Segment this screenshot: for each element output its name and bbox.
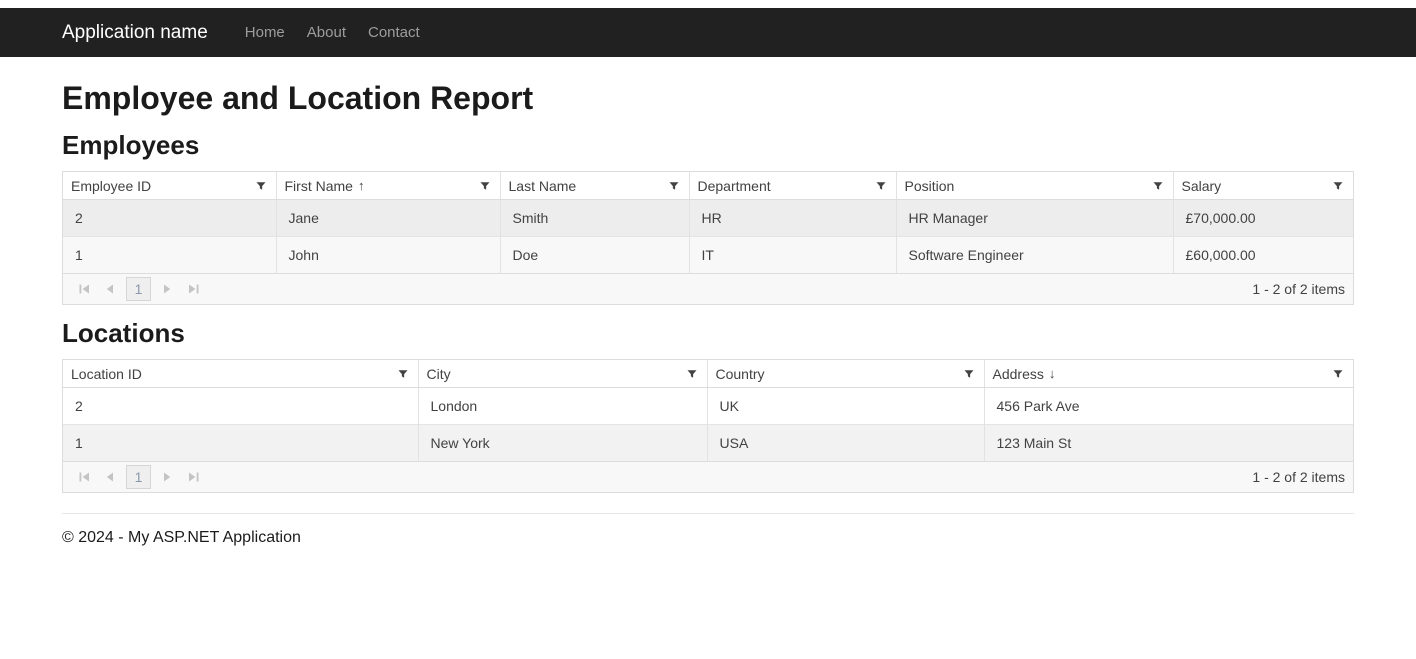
column-label: Salary bbox=[1182, 178, 1222, 194]
table-cell: 1 bbox=[63, 425, 418, 462]
table-cell: 1 bbox=[63, 237, 276, 274]
table-cell: New York bbox=[418, 425, 707, 462]
column-header-position[interactable]: Position bbox=[896, 172, 1173, 200]
main-content: Employee and Location Report Employees E… bbox=[62, 80, 1354, 562]
locations-grid: Location ID City bbox=[62, 359, 1354, 493]
page-footer: © 2024 - My ASP.NET Application bbox=[62, 513, 1354, 562]
last-page-button[interactable] bbox=[180, 277, 206, 301]
last-page-button[interactable] bbox=[180, 465, 206, 489]
filter-icon[interactable] bbox=[1331, 179, 1345, 193]
first-page-button[interactable] bbox=[71, 277, 97, 301]
filter-icon[interactable] bbox=[685, 367, 699, 381]
nav-link-home[interactable]: Home bbox=[234, 24, 296, 41]
column-label: Position bbox=[905, 178, 955, 194]
filter-icon[interactable] bbox=[1331, 367, 1345, 381]
column-label: City bbox=[427, 366, 451, 382]
table-cell: IT bbox=[689, 237, 896, 274]
next-page-button[interactable] bbox=[154, 277, 180, 301]
table-row: 2 London UK 456 Park Ave bbox=[63, 388, 1353, 425]
copyright-text: © 2024 - My ASP.NET Application bbox=[62, 529, 1354, 547]
nav-links: Home About Contact bbox=[234, 24, 431, 41]
filter-icon[interactable] bbox=[396, 367, 410, 381]
column-header-address[interactable]: Address ↓ bbox=[984, 360, 1353, 388]
sort-desc-icon: ↓ bbox=[1049, 366, 1056, 381]
navbar-container: Application name Home About Contact bbox=[62, 8, 1354, 57]
employees-pager: 1 1 - 2 of 2 items bbox=[63, 273, 1353, 304]
locations-heading: Locations bbox=[62, 318, 1354, 349]
column-label: Country bbox=[716, 366, 765, 382]
table-cell: HR Manager bbox=[896, 200, 1173, 237]
next-page-button[interactable] bbox=[154, 465, 180, 489]
table-cell: Doe bbox=[500, 237, 689, 274]
filter-icon[interactable] bbox=[254, 179, 268, 193]
table-row: 1 John Doe IT Software Engineer £60,000.… bbox=[63, 237, 1353, 274]
employees-section: Employees Employee ID bbox=[62, 130, 1354, 305]
first-page-button[interactable] bbox=[71, 465, 97, 489]
employees-header-row: Employee ID First Name ↑ bbox=[63, 172, 1353, 200]
navbar: Application name Home About Contact bbox=[0, 8, 1416, 57]
table-cell: Smith bbox=[500, 200, 689, 237]
column-header-employee-id[interactable]: Employee ID bbox=[63, 172, 276, 200]
column-label: Last Name bbox=[509, 178, 577, 194]
column-label: Location ID bbox=[71, 366, 142, 382]
prev-page-button[interactable] bbox=[97, 465, 123, 489]
table-cell: HR bbox=[689, 200, 896, 237]
column-header-first-name[interactable]: First Name ↑ bbox=[276, 172, 500, 200]
current-page-button[interactable]: 1 bbox=[126, 465, 151, 489]
table-cell: 456 Park Ave bbox=[984, 388, 1353, 425]
column-header-city[interactable]: City bbox=[418, 360, 707, 388]
table-row: 1 New York USA 123 Main St bbox=[63, 425, 1353, 462]
column-header-country[interactable]: Country bbox=[707, 360, 984, 388]
filter-icon[interactable] bbox=[874, 179, 888, 193]
filter-icon[interactable] bbox=[1151, 179, 1165, 193]
pager-info: 1 - 2 of 2 items bbox=[1252, 469, 1345, 485]
sort-asc-icon: ↑ bbox=[358, 178, 365, 193]
locations-pager: 1 1 - 2 of 2 items bbox=[63, 461, 1353, 492]
page-title: Employee and Location Report bbox=[62, 80, 1354, 117]
table-cell: 2 bbox=[63, 200, 276, 237]
table-cell: £60,000.00 bbox=[1173, 237, 1353, 274]
table-cell: 123 Main St bbox=[984, 425, 1353, 462]
pager-info: 1 - 2 of 2 items bbox=[1252, 281, 1345, 297]
current-page-button[interactable]: 1 bbox=[126, 277, 151, 301]
table-row: 2 Jane Smith HR HR Manager £70,000.00 bbox=[63, 200, 1353, 237]
column-label: Address bbox=[993, 366, 1044, 382]
locations-section: Locations Location ID bbox=[62, 318, 1354, 493]
table-cell: Jane bbox=[276, 200, 500, 237]
column-header-last-name[interactable]: Last Name bbox=[500, 172, 689, 200]
filter-icon[interactable] bbox=[962, 367, 976, 381]
nav-link-about[interactable]: About bbox=[296, 24, 357, 41]
employees-heading: Employees bbox=[62, 130, 1354, 161]
table-cell: Software Engineer bbox=[896, 237, 1173, 274]
column-label: Employee ID bbox=[71, 178, 151, 194]
column-header-location-id[interactable]: Location ID bbox=[63, 360, 418, 388]
table-cell: London bbox=[418, 388, 707, 425]
nav-link-contact[interactable]: Contact bbox=[357, 24, 431, 41]
table-cell: £70,000.00 bbox=[1173, 200, 1353, 237]
table-cell: USA bbox=[707, 425, 984, 462]
filter-icon[interactable] bbox=[667, 179, 681, 193]
employees-grid: Employee ID First Name ↑ bbox=[62, 171, 1354, 305]
table-cell: John bbox=[276, 237, 500, 274]
column-header-department[interactable]: Department bbox=[689, 172, 896, 200]
locations-header-row: Location ID City bbox=[63, 360, 1353, 388]
column-label: Department bbox=[698, 178, 771, 194]
table-cell: UK bbox=[707, 388, 984, 425]
filter-icon[interactable] bbox=[478, 179, 492, 193]
table-cell: 2 bbox=[63, 388, 418, 425]
column-label: First Name bbox=[285, 178, 353, 194]
app-brand-link[interactable]: Application name bbox=[62, 22, 208, 44]
prev-page-button[interactable] bbox=[97, 277, 123, 301]
column-header-salary[interactable]: Salary bbox=[1173, 172, 1353, 200]
